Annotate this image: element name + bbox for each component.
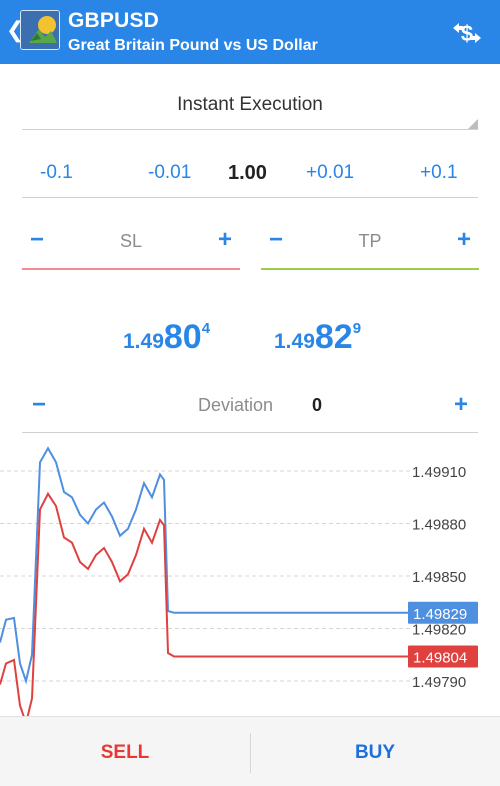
- deviation-label: Deviation: [198, 395, 274, 415]
- bid-price-pips: 80: [163, 318, 202, 356]
- currency-exchange-icon[interactable]: $: [450, 16, 484, 50]
- symbol-title: GBPUSD: [68, 9, 160, 32]
- app-logo[interactable]: [20, 10, 60, 50]
- deviation-value: 0: [312, 395, 323, 415]
- svg-text:$: $: [461, 21, 473, 46]
- ask-price-prefix: 1.49: [274, 330, 315, 353]
- execution-type-select[interactable]: Instant Execution: [22, 88, 478, 130]
- volume-minus-0.1-button[interactable]: -0.1: [40, 162, 73, 184]
- ask-price-point: 9: [352, 320, 362, 337]
- tp-label: TP: [358, 231, 382, 251]
- ask-price-pips: 82: [314, 318, 353, 356]
- sell-button[interactable]: SELL: [0, 717, 250, 786]
- bid-price: 1.49804: [123, 318, 210, 357]
- quote-prices: 1.49804 1.49829: [0, 318, 500, 370]
- take-profit-field[interactable]: − TP +: [261, 222, 479, 270]
- bid-price-tag: 1.49804: [413, 650, 467, 667]
- y-tick-label: 1.49790: [412, 674, 466, 691]
- deviation-plus-button[interactable]: +: [454, 391, 468, 419]
- volume-selector: -0.1 -0.01 1.00 +0.01 +0.1: [22, 150, 478, 198]
- action-bar: SELL BUY: [0, 716, 500, 786]
- execution-type-label: Instant Execution: [177, 94, 323, 115]
- sl-label: SL: [119, 231, 143, 251]
- ask-price-line: [0, 446, 410, 685]
- dropdown-corner-icon: [468, 119, 478, 129]
- symbol-description: Great Britain Pound vs US Dollar: [68, 37, 318, 54]
- volume-plus-0.1-button[interactable]: +0.1: [420, 162, 458, 184]
- bid-price-prefix: 1.49: [123, 330, 164, 353]
- ask-price: 1.49829: [274, 318, 361, 357]
- bid-price-line: [0, 491, 410, 716]
- deviation-minus-button[interactable]: −: [32, 391, 46, 419]
- buy-button[interactable]: BUY: [250, 717, 500, 786]
- sl-plus-button[interactable]: +: [218, 226, 232, 254]
- ask-price-tag: 1.49829: [413, 606, 467, 623]
- y-tick-label: 1.49820: [412, 622, 466, 639]
- volume-minus-0.01-button[interactable]: -0.01: [148, 162, 191, 184]
- y-tick-label: 1.49850: [412, 569, 466, 586]
- bid-price-point: 4: [201, 320, 211, 337]
- y-tick-label: 1.49880: [412, 517, 466, 534]
- deviation-field[interactable]: − Deviation 0 +: [22, 385, 478, 433]
- app-header: ❮ GBPUSD Great Britain Pound vs US Dolla…: [0, 0, 500, 64]
- tp-plus-button[interactable]: +: [457, 226, 471, 254]
- y-tick-label: 1.49910: [412, 464, 466, 481]
- volume-plus-0.01-button[interactable]: +0.01: [306, 162, 354, 184]
- tick-chart: 1.49910 1.49880 1.49850 1.49820 1.49790 1.498…: [0, 446, 478, 716]
- volume-value[interactable]: 1.00: [228, 162, 267, 185]
- stop-loss-field[interactable]: − SL +: [22, 222, 240, 270]
